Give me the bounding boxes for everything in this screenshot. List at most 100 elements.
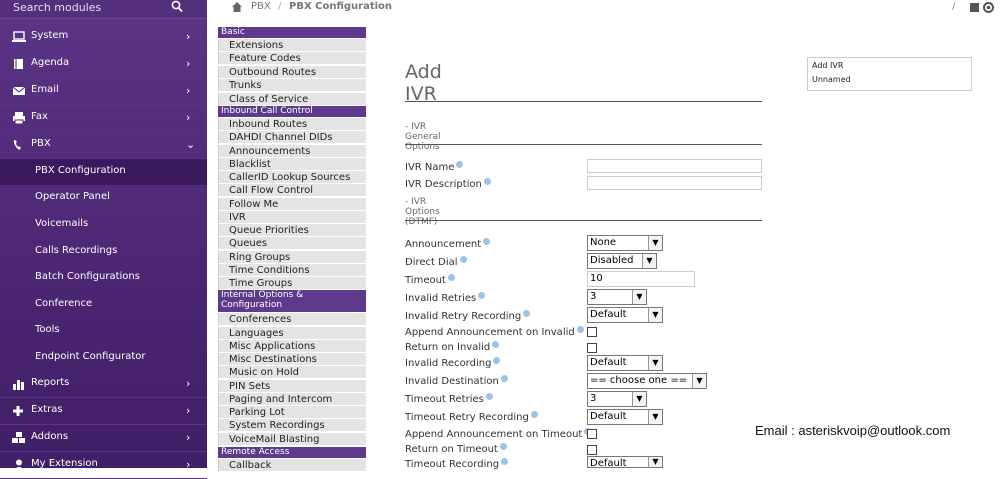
- menu-agenda[interactable]: Agenda ›: [0, 51, 207, 78]
- nav-item[interactable]: Feature Codes: [218, 52, 366, 65]
- invalid-destination-select[interactable]: == choose one == ▼: [587, 373, 707, 389]
- nav-item-label: Time Conditions: [229, 265, 310, 276]
- nav-item[interactable]: Languages: [218, 327, 366, 340]
- nav-item[interactable]: PIN Sets: [218, 380, 366, 393]
- nav-item[interactable]: Extensions: [218, 39, 366, 52]
- menu-system[interactable]: System ›: [0, 24, 207, 51]
- nav-item-label: Parking Lot: [229, 407, 285, 418]
- timeout-recording-label: Timeout Recording: [405, 458, 509, 470]
- help-icon[interactable]: [456, 161, 464, 168]
- append-announcement-invalid-checkbox[interactable]: [587, 327, 597, 337]
- invalid-recording-select[interactable]: Default ▼: [587, 355, 663, 371]
- nav-item[interactable]: Ring Groups: [218, 251, 366, 264]
- submenu-calls-recordings[interactable]: Calls Recordings: [0, 239, 207, 265]
- timeout-retries-select[interactable]: 3 ▼: [587, 391, 647, 407]
- help-icon[interactable]: [499, 443, 507, 450]
- nav-item[interactable]: VoiceMail Blasting: [218, 433, 366, 446]
- nav-item[interactable]: System Recordings: [218, 419, 366, 432]
- return-on-invalid-checkbox[interactable]: [587, 343, 597, 353]
- ivr-list-item[interactable]: Unnamed: [812, 75, 851, 84]
- invalid-retry-recording-select[interactable]: Default ▼: [587, 307, 663, 323]
- menu-addons[interactable]: Addons ›: [0, 425, 207, 452]
- nav-item-label: Paging and Intercom: [229, 394, 333, 405]
- home-icon[interactable]: [232, 2, 242, 12]
- timeout-recording-select[interactable]: Default ▼: [587, 456, 663, 469]
- nav-item[interactable]: CallerID Lookup Sources: [218, 171, 366, 184]
- nav-item[interactable]: Follow Me: [218, 198, 366, 211]
- help-lifebuoy-icon[interactable]: [983, 2, 994, 13]
- nav-item[interactable]: Queues: [218, 237, 366, 250]
- help-icon[interactable]: [493, 357, 501, 364]
- nav-item[interactable]: Inbound Routes: [218, 118, 366, 131]
- help-icon[interactable]: [478, 292, 486, 299]
- help-icon[interactable]: [483, 238, 491, 245]
- nav-item[interactable]: Music on Hold: [218, 366, 366, 379]
- invalid-retries-select[interactable]: 3 ▼: [587, 289, 647, 305]
- chevron-down-icon: ▼: [692, 374, 706, 388]
- menu-extras[interactable]: Extras ›: [0, 398, 207, 425]
- help-icon[interactable]: [501, 458, 509, 465]
- timeout-retry-recording-select[interactable]: Default ▼: [587, 409, 663, 425]
- chevron-right-icon: ›: [186, 431, 191, 444]
- submenu-label: Endpoint Configurator: [35, 351, 146, 362]
- chevron-down-icon: ▼: [648, 236, 662, 250]
- menu-reports[interactable]: Reports ›: [0, 371, 207, 398]
- menu-pbx[interactable]: PBX ⌄: [0, 132, 207, 159]
- nav-item[interactable]: Parking Lot: [218, 406, 366, 419]
- ivr-name-label: IVR Name: [405, 161, 464, 173]
- nav-item[interactable]: Conferences: [218, 313, 366, 326]
- direct-dial-select[interactable]: Disabled ▼: [587, 253, 657, 269]
- menu-fax[interactable]: Fax ›: [0, 105, 207, 132]
- nav-item[interactable]: Call Flow Control: [218, 184, 366, 197]
- breadcrumb-pbx[interactable]: PBX: [251, 1, 271, 12]
- nav-item[interactable]: DAHDI Channel DIDs: [218, 131, 366, 144]
- ivr-list-item-add[interactable]: Add IVR: [812, 61, 843, 70]
- search-input[interactable]: Search modules: [13, 1, 101, 14]
- help-icon[interactable]: [485, 393, 493, 400]
- chevron-right-icon: ›: [186, 111, 191, 124]
- submenu-tools[interactable]: Tools: [0, 318, 207, 344]
- nav-item-ivr[interactable]: IVR: [218, 211, 366, 224]
- submenu-operator-panel[interactable]: Operator Panel: [0, 185, 207, 211]
- nav-item[interactable]: Time Groups: [218, 277, 366, 290]
- search-icon[interactable]: [171, 0, 183, 14]
- module-search[interactable]: Search modules: [0, 0, 207, 19]
- help-icon[interactable]: [492, 341, 500, 348]
- nav-item[interactable]: Misc Applications: [218, 340, 366, 353]
- submenu-endpoint-configurator[interactable]: Endpoint Configurator: [0, 345, 207, 371]
- submenu-pbx-configuration[interactable]: PBX Configuration: [0, 159, 207, 185]
- timeout-input[interactable]: 10: [587, 271, 695, 287]
- menu-my-extension[interactable]: My Extension ›: [0, 452, 207, 479]
- nav-item[interactable]: Paging and Intercom: [218, 393, 366, 406]
- ivr-name-input[interactable]: [587, 159, 762, 173]
- help-icon[interactable]: [500, 375, 508, 382]
- nav-item[interactable]: Callback: [218, 459, 366, 472]
- toolbar-separator: /: [952, 1, 956, 12]
- return-on-timeout-checkbox[interactable]: [587, 445, 597, 455]
- menu-email[interactable]: Email ›: [0, 78, 207, 105]
- submenu-batch-configurations[interactable]: Batch Configurations: [0, 265, 207, 291]
- nav-item-label: Class of Service: [229, 94, 309, 105]
- nav-item[interactable]: Trunks: [218, 79, 366, 92]
- ivr-description-input[interactable]: [587, 176, 762, 190]
- page-title: Add IVR: [405, 61, 442, 105]
- help-icon[interactable]: [576, 326, 584, 333]
- nav-item[interactable]: Class of Service: [218, 93, 366, 106]
- submenu-conference[interactable]: Conference: [0, 292, 207, 318]
- help-icon[interactable]: [447, 274, 455, 281]
- help-icon[interactable]: [483, 178, 491, 185]
- nav-item[interactable]: Outbound Routes: [218, 66, 366, 79]
- nav-item[interactable]: Time Conditions: [218, 264, 366, 277]
- help-icon[interactable]: [459, 256, 467, 263]
- nav-item[interactable]: Announcements: [218, 145, 366, 158]
- help-icon[interactable]: [530, 411, 538, 418]
- nav-item[interactable]: Misc Destinations: [218, 353, 366, 366]
- help-icon[interactable]: [523, 310, 531, 317]
- append-announcement-timeout-checkbox[interactable]: [587, 429, 597, 439]
- nav-item[interactable]: Queue Priorities: [218, 224, 366, 237]
- bookmark-icon[interactable]: [970, 3, 979, 12]
- submenu-voicemails[interactable]: Voicemails: [0, 212, 207, 238]
- announcement-select[interactable]: None ▼: [587, 235, 663, 251]
- nav-item[interactable]: Blacklist: [218, 158, 366, 171]
- submenu-label: Tools: [35, 324, 60, 335]
